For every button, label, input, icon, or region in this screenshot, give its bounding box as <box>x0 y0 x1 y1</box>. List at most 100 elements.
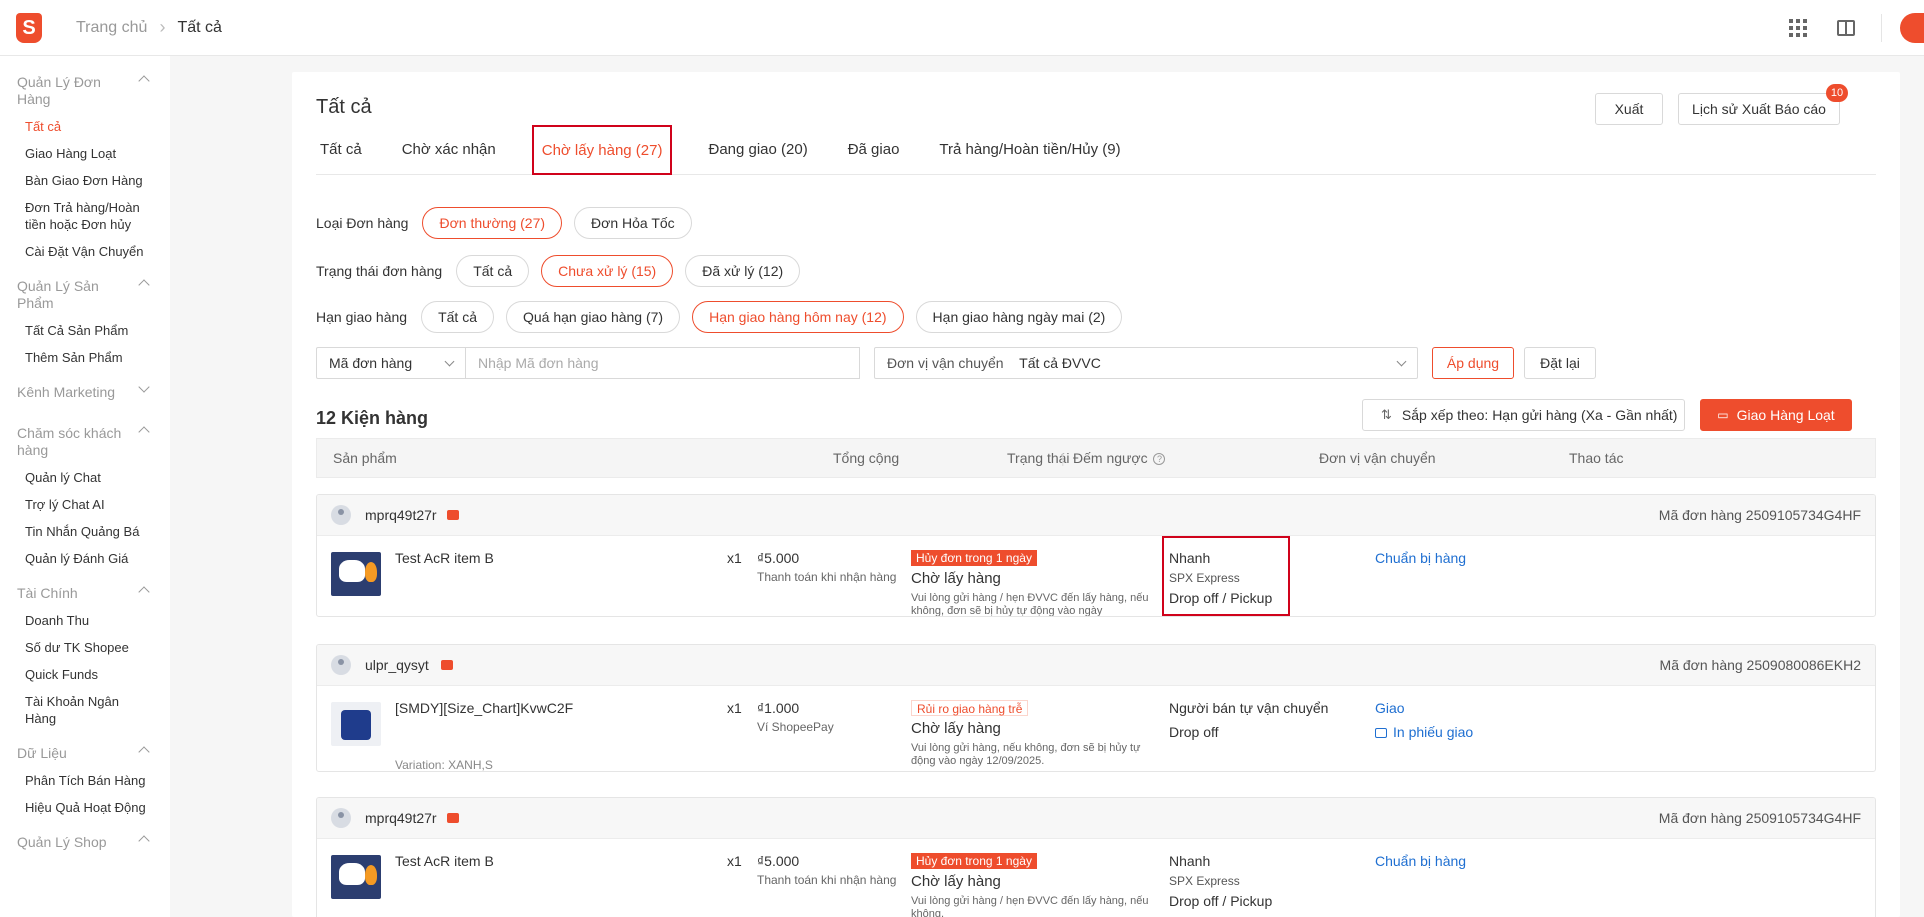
apply-button[interactable]: Áp dụng <box>1432 347 1514 379</box>
sidebar-group-title[interactable]: Quản Lý Shop <box>0 834 170 851</box>
package-count: 12 Kiện hàng <box>316 408 429 428</box>
help-icon[interactable]: ? <box>1153 453 1166 466</box>
order-tabs: Tất cả Chờ xác nhận Chờ lấy hàng (27) Đa… <box>316 125 1876 175</box>
prepare-goods-link[interactable]: Chuẩn bị hàng <box>1375 853 1466 869</box>
sidebar-group-title[interactable]: Quản Lý Sản Phẩm <box>0 278 170 312</box>
filter-label: Loại Đơn hàng <box>316 215 409 231</box>
breadcrumb-home[interactable]: Trang chủ <box>76 19 147 37</box>
sidebar-item-shipping-settings[interactable]: Cài Đặt Vận Chuyển <box>0 243 170 260</box>
quantity: x1 <box>727 700 742 716</box>
filter-label: Trạng thái đơn hàng <box>316 263 443 279</box>
product-name[interactable]: Test AcR item B <box>395 550 494 566</box>
sidebar-item-performance[interactable]: Hiệu Quả Hoạt Động <box>0 799 170 816</box>
carrier-speed: Người bán tự vận chuyển <box>1169 700 1329 716</box>
sidebar-item-add-product[interactable]: Thêm Sản Phẩm <box>0 349 170 366</box>
order-card: ulpr_qysyt Mã đơn hàng 2509080086EKH2 [S… <box>316 644 1876 772</box>
chevron-up-icon <box>138 746 150 758</box>
sidebar-item-chat[interactable]: Quản lý Chat <box>0 469 170 486</box>
product-name[interactable]: Test AcR item B <box>395 853 494 869</box>
buyer-name[interactable]: ulpr_qysyt <box>365 657 429 673</box>
product-variation: Variation: XANH,S <box>395 758 493 772</box>
sidebar-item-reviews[interactable]: Quản lý Đánh Giá <box>0 550 170 567</box>
status-note: Vui lòng gửi hàng, nếu không, đơn sẽ bị … <box>911 742 1141 767</box>
ship-link[interactable]: Giao <box>1375 700 1405 716</box>
search-field-select[interactable]: Mã đơn hàng <box>316 347 466 379</box>
reset-button[interactable]: Đặt lại <box>1524 347 1596 379</box>
tab-returns[interactable]: Trả hàng/Hoàn tiền/Hủy (9) <box>935 132 1124 168</box>
export-button[interactable]: Xuất <box>1595 93 1663 125</box>
sidebar-item-revenue[interactable]: Doanh Thu <box>0 612 170 629</box>
sort-button[interactable]: ⇅ Sắp xếp theo: Hạn gửi hàng (Xa - Gần n… <box>1362 399 1685 431</box>
buyer-name[interactable]: mprq49t27r <box>365 810 437 826</box>
order-id: Mã đơn hàng 2509080086EKH2 <box>1659 657 1861 673</box>
order-status: Chờ lấy hàng <box>911 873 1001 890</box>
sidebar-item-sales-analytics[interactable]: Phân Tích Bán Hàng <box>0 772 170 789</box>
pill-deadline-all[interactable]: Tất cả <box>421 301 494 333</box>
order-id-input[interactable]: Nhập Mã đơn hàng <box>466 347 860 379</box>
tab-to-ship[interactable]: Chờ lấy hàng (27) <box>531 125 673 175</box>
payment-method: Ví ShopeePay <box>757 720 834 734</box>
tab-delivered[interactable]: Đã giao <box>844 132 904 168</box>
product-image[interactable] <box>331 702 381 746</box>
product-name[interactable]: [SMDY][Size_Chart]KvwC2F <box>395 700 573 716</box>
export-history-button[interactable]: Lịch sử Xuất Báo cáo 10 <box>1678 84 1848 125</box>
chevron-down-icon <box>1396 356 1407 366</box>
pill-status-unprocessed[interactable]: Chưa xử lý (15) <box>541 255 674 287</box>
order-body: Test AcR item B x1 ₫5.000 Thanh toán khi… <box>317 839 1875 917</box>
tab-all[interactable]: Tất cả <box>316 132 366 168</box>
payment-method: Thanh toán khi nhận hàng <box>757 570 897 584</box>
pill-normal-orders[interactable]: Đơn thường (27) <box>422 207 563 239</box>
tab-to-confirm[interactable]: Chờ xác nhận <box>398 132 500 168</box>
sidebar-item-all-orders[interactable]: Tất cả <box>0 118 170 135</box>
prepare-goods-link[interactable]: Chuẩn bị hàng <box>1375 550 1466 566</box>
apps-grid-icon[interactable] <box>1789 19 1807 37</box>
print-waybill-link[interactable]: In phiếu giao <box>1375 724 1473 740</box>
sidebar-group-marketing: Kênh Marketing <box>0 376 170 401</box>
product-image[interactable] <box>331 552 381 596</box>
chevron-up-icon <box>138 75 150 87</box>
chat-icon[interactable] <box>441 660 453 670</box>
chat-icon[interactable] <box>447 813 459 823</box>
pill-status-processed[interactable]: Đã xử lý (12) <box>685 255 801 287</box>
sidebar-group-title[interactable]: Kênh Marketing <box>0 381 170 401</box>
sidebar-item-handover[interactable]: Bàn Giao Đơn Hàng <box>0 172 170 189</box>
col-total: Tổng cộng <box>833 450 900 466</box>
col-carrier: Đơn vị vận chuyển <box>1319 450 1436 466</box>
search-bar: Mã đơn hàng Nhập Mã đơn hàng Đơn vị vận … <box>316 347 1876 379</box>
chat-icon[interactable] <box>447 510 459 520</box>
order-card: mprq49t27r Mã đơn hàng 2509105734G4HF Te… <box>316 797 1876 917</box>
sidebar-group-title[interactable]: Quản Lý Đơn Hàng <box>0 74 170 108</box>
pill-deadline-today[interactable]: Hạn giao hàng hôm nay (12) <box>692 301 904 333</box>
sidebar-item-bank-account[interactable]: Tài Khoản Ngân Hàng <box>0 693 170 727</box>
carrier-speed: Nhanh <box>1169 550 1211 566</box>
pill-deadline-overdue[interactable]: Quá hạn giao hàng (7) <box>505 301 681 333</box>
shopee-logo[interactable]: S <box>16 12 42 43</box>
sidebar-group-title[interactable]: Chăm sóc khách hàng <box>0 425 170 459</box>
status-badge: Rủi ro giao hàng trễ <box>911 700 1029 716</box>
sidebar-item-quick-funds[interactable]: Quick Funds <box>0 666 170 683</box>
tab-shipping[interactable]: Đang giao (20) <box>704 132 811 168</box>
bulk-ship-button[interactable]: ▭ Giao Hàng Loạt <box>1700 399 1852 431</box>
pill-express-orders[interactable]: Đơn Hỏa Tốc <box>574 207 692 239</box>
pill-deadline-tomorrow[interactable]: Hạn giao hàng ngày mai (2) <box>915 301 1123 333</box>
sidebar-item-broadcast[interactable]: Tin Nhắn Quảng Bá <box>0 523 170 540</box>
sidebar-group-title[interactable]: Dữ Liệu <box>0 745 170 762</box>
buyer-name[interactable]: mprq49t27r <box>365 507 437 523</box>
divider: | <box>1061 450 1065 466</box>
pill-status-all[interactable]: Tất cả <box>456 255 530 287</box>
avatar[interactable] <box>1900 13 1924 43</box>
sort-icon: ⇅ <box>1381 407 1392 422</box>
carrier-method: Drop off <box>1169 724 1219 740</box>
sidebar-item-all-products[interactable]: Tất Cả Sản Phẩm <box>0 322 170 339</box>
order-status: Chờ lấy hàng <box>911 570 1001 587</box>
sidebar-item-balance[interactable]: Số dư TK Shopee <box>0 639 170 656</box>
carrier-select[interactable]: Đơn vị vận chuyển Tất cả ĐVVC <box>874 347 1418 379</box>
order-total: ₫5.000 <box>757 853 800 869</box>
book-icon[interactable] <box>1837 20 1855 36</box>
sidebar-group-title[interactable]: Tài Chính <box>0 585 170 602</box>
product-image[interactable] <box>331 855 381 899</box>
sidebar-item-chat-ai[interactable]: Trợ lý Chat AI <box>0 496 170 513</box>
order-body: Test AcR item B x1 ₫5.000 Thanh toán khi… <box>317 536 1875 616</box>
sidebar-item-bulk-ship[interactable]: Giao Hàng Loạt <box>0 145 170 162</box>
sidebar-item-returns[interactable]: Đơn Trả hàng/Hoàn tiền hoặc Đơn hủy <box>0 199 170 233</box>
